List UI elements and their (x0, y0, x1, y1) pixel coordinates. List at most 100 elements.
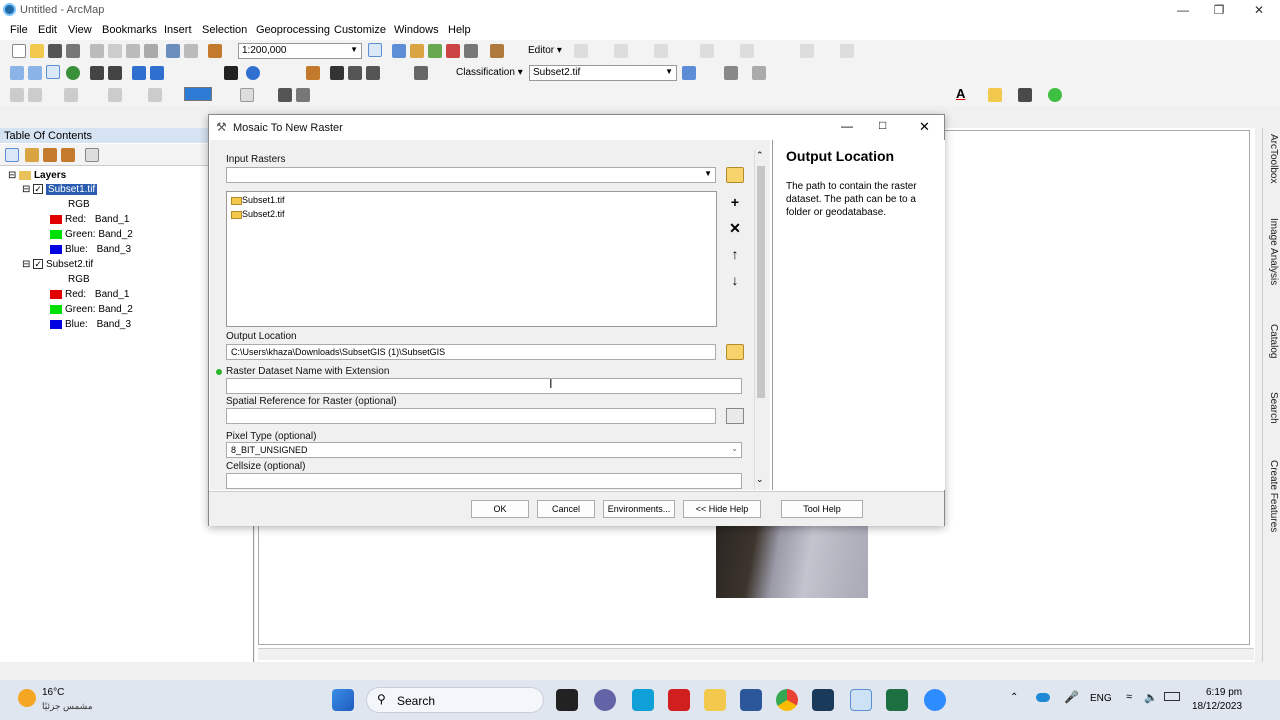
layer-subset2[interactable]: ⊟ ✓ Subset2.tif (22, 259, 93, 270)
arcgis-pro-icon[interactable] (812, 689, 834, 711)
save-icon[interactable] (48, 44, 62, 58)
microphone-icon[interactable]: 🎤 (1064, 690, 1079, 704)
fixed-zoom-out-icon[interactable] (108, 66, 122, 80)
move-down-button[interactable]: ↓ (726, 271, 744, 289)
dock-tab-catalog[interactable]: Catalog (1265, 324, 1279, 376)
tool-e-icon[interactable] (148, 88, 162, 102)
dock-tab-search[interactable]: Search (1265, 392, 1279, 444)
redo-icon[interactable] (184, 44, 198, 58)
onedrive-icon[interactable] (1036, 693, 1050, 702)
time-slider-icon[interactable] (414, 66, 428, 80)
tool-f-icon[interactable] (240, 88, 254, 102)
classification-menu[interactable]: Classification ▾ (456, 67, 523, 78)
red-swatch[interactable] (50, 289, 62, 299)
sketch-properties-icon[interactable] (800, 44, 814, 58)
draw-polygon-icon[interactable] (724, 66, 738, 80)
undo-icon[interactable] (166, 44, 180, 58)
menu-geoprocessing[interactable]: Geoprocessing (256, 24, 330, 36)
output-location-field[interactable]: C:\Users\khaza\Downloads\SubsetGIS (1)\S… (226, 344, 716, 360)
restore-button[interactable]: ❐ (1208, 2, 1230, 18)
add-data-icon[interactable] (208, 44, 222, 58)
arctoolbox-icon[interactable] (446, 44, 460, 58)
tool-a-icon[interactable] (10, 88, 24, 102)
back-extent-icon[interactable] (132, 66, 146, 80)
tool-b-icon[interactable] (28, 88, 42, 102)
layer-name[interactable]: Subset1.tif (45, 184, 98, 195)
dock-tab-image-analysis[interactable]: Image Analysis (1265, 218, 1279, 308)
table-icon[interactable] (392, 44, 406, 58)
pan-icon[interactable] (46, 65, 60, 79)
split-tool-icon[interactable] (654, 44, 668, 58)
measure-icon[interactable] (366, 66, 380, 80)
zoom-out-icon[interactable] (28, 66, 42, 80)
zoom-in-icon[interactable] (10, 66, 24, 80)
training-sample-icon[interactable] (682, 66, 696, 80)
menu-file[interactable]: File (10, 24, 28, 36)
snipping-tool-icon[interactable] (632, 689, 654, 711)
minimize-button[interactable]: — (1172, 2, 1194, 18)
new-document-icon[interactable] (12, 44, 26, 58)
input-rasters-list[interactable]: Subset1.tif Subset2.tif (226, 191, 717, 327)
list-item[interactable]: Subset2.tif (231, 209, 285, 219)
remove-raster-button[interactable]: ✕ (726, 219, 744, 237)
dialog-maximize-button[interactable]: □ (879, 118, 886, 132)
menu-help[interactable]: Help (448, 24, 471, 36)
rotate-tool-icon[interactable] (700, 44, 714, 58)
fill-color-swatch[interactable] (184, 87, 212, 101)
browse-folder-icon[interactable] (726, 344, 744, 360)
tool-help-button[interactable]: Tool Help (781, 500, 863, 518)
cellsize-field[interactable] (226, 473, 742, 489)
language-indicator[interactable]: ENG (1090, 693, 1112, 704)
search-window-icon[interactable] (428, 44, 442, 58)
show-hidden-icons[interactable]: ⌃ (1010, 692, 1018, 703)
move-up-button[interactable]: ↑ (726, 245, 744, 263)
python-window-icon[interactable] (464, 44, 478, 58)
tool-g-icon[interactable] (278, 88, 292, 102)
list-by-drawing-order-icon[interactable] (5, 148, 19, 162)
blue-swatch[interactable] (50, 244, 62, 254)
fill-bucket-icon[interactable] (988, 88, 1002, 102)
dock-tab-arctoolbox[interactable]: ArcToolbox (1265, 134, 1279, 206)
open-folder-icon[interactable] (30, 44, 44, 58)
create-features-icon[interactable] (840, 44, 854, 58)
menu-bookmarks[interactable]: Bookmarks (102, 24, 157, 36)
line-color-icon[interactable] (1018, 88, 1032, 102)
menu-customize[interactable]: Customize (334, 24, 386, 36)
red-swatch[interactable] (50, 214, 62, 224)
ok-button[interactable]: OK (471, 500, 529, 518)
list-by-visibility-icon[interactable] (43, 148, 57, 162)
html-popup-icon[interactable] (306, 66, 320, 80)
hide-help-button[interactable]: << Hide Help (683, 500, 761, 518)
menu-edit[interactable]: Edit (38, 24, 57, 36)
chrome-icon[interactable] (776, 689, 798, 711)
tool-h-icon[interactable] (296, 88, 310, 102)
battery-icon[interactable] (1164, 692, 1180, 701)
edit-tool-icon[interactable] (574, 44, 588, 58)
search-box[interactable]: ⚲ Search (366, 687, 544, 713)
fixed-zoom-in-icon[interactable] (90, 66, 104, 80)
layers-root[interactable]: ⊟ Layers (8, 170, 66, 181)
close-button[interactable]: ✕ (1248, 2, 1270, 18)
volume-icon[interactable]: 🔈 (1144, 691, 1158, 704)
sketch-tool-icon[interactable] (614, 44, 628, 58)
delete-icon[interactable] (144, 44, 158, 58)
find-icon[interactable] (330, 66, 344, 80)
editor-menu[interactable]: Editor ▾ (528, 45, 562, 56)
scroll-up-icon[interactable]: ⌃ (756, 150, 764, 161)
dialog-minimize-button[interactable]: — (841, 119, 853, 133)
arcmap-taskbar-icon[interactable] (850, 689, 872, 711)
word-icon[interactable] (740, 689, 762, 711)
identify-icon[interactable] (246, 66, 260, 80)
pixel-type-select[interactable]: 8_BIT_UNSIGNED ⌄ (226, 442, 742, 458)
list-item[interactable]: Subset1.tif (231, 195, 285, 205)
clock-time[interactable]: 6:19 pm (1206, 687, 1242, 698)
browse-folder-icon[interactable] (726, 167, 744, 183)
tool-d-icon[interactable] (108, 88, 122, 102)
blue-swatch[interactable] (50, 319, 62, 329)
full-extent-icon[interactable] (66, 66, 80, 80)
tool-c-icon[interactable] (64, 88, 78, 102)
layer-visibility-checkbox[interactable]: ✓ (33, 184, 44, 195)
layer-visibility-checkbox[interactable]: ✓ (33, 259, 44, 270)
layer-name[interactable]: Subset2.tif (46, 259, 93, 270)
dock-tab-create-features[interactable]: Create Features (1265, 460, 1279, 556)
